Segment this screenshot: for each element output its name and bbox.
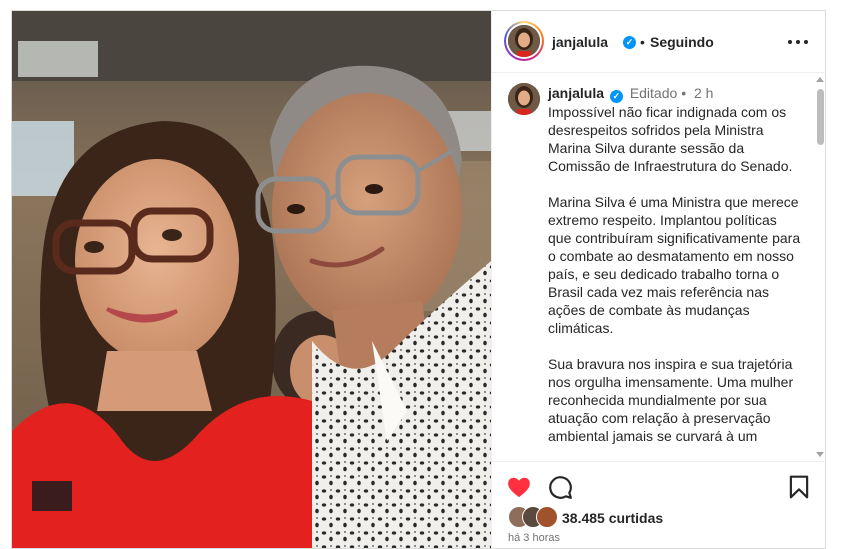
scrollbar-thumb[interactable] [817,89,824,145]
edited-label: Editado [629,85,678,101]
post-header: janjalula ✓ • Seguindo [492,11,826,73]
caption-header: janjalula ✓ Editado • 2 h [548,85,713,103]
likes-count[interactable]: 38.485 curtidas [562,510,663,526]
following-button[interactable]: Seguindo [650,34,714,50]
photo-illustration [12,11,491,548]
avatar[interactable] [508,25,540,57]
scroll-up-arrow-icon[interactable] [816,77,824,82]
verified-badge-icon: ✓ [623,36,636,49]
post-dialog: janjalula ✓ • Seguindo janjalula ✓ Edita… [11,10,826,549]
header-username[interactable]: janjalula [552,34,608,50]
caption-avatar[interactable] [508,83,540,115]
post-photo[interactable] [12,11,491,548]
post-sidebar: janjalula ✓ • Seguindo janjalula ✓ Edita… [491,11,826,548]
likers-avatars[interactable] [508,506,564,528]
verified-badge-icon: ✓ [609,90,623,103]
header-separator: • [640,34,645,50]
caption-age[interactable]: 2 h [694,85,713,101]
caption-text: Impossível não ficar indignada com os de… [548,104,801,444]
caption-scrollbar[interactable] [814,73,826,461]
liker-avatar[interactable] [536,506,558,528]
caption-username[interactable]: janjalula [548,85,604,101]
post-actions: 38.485 curtidas há 3 horas [492,461,826,549]
more-options-icon[interactable] [786,32,810,52]
caption-scroll-area[interactable]: janjalula ✓ Editado • 2 h Impossível não… [492,73,826,461]
post-timestamp[interactable]: há 3 horas [508,532,560,544]
heart-icon[interactable] [506,474,532,500]
story-ring[interactable] [504,21,544,61]
scroll-down-arrow-icon[interactable] [816,452,824,457]
caption-separator: • [681,85,687,101]
comment-icon[interactable] [547,474,573,500]
bookmark-icon[interactable] [786,474,812,500]
